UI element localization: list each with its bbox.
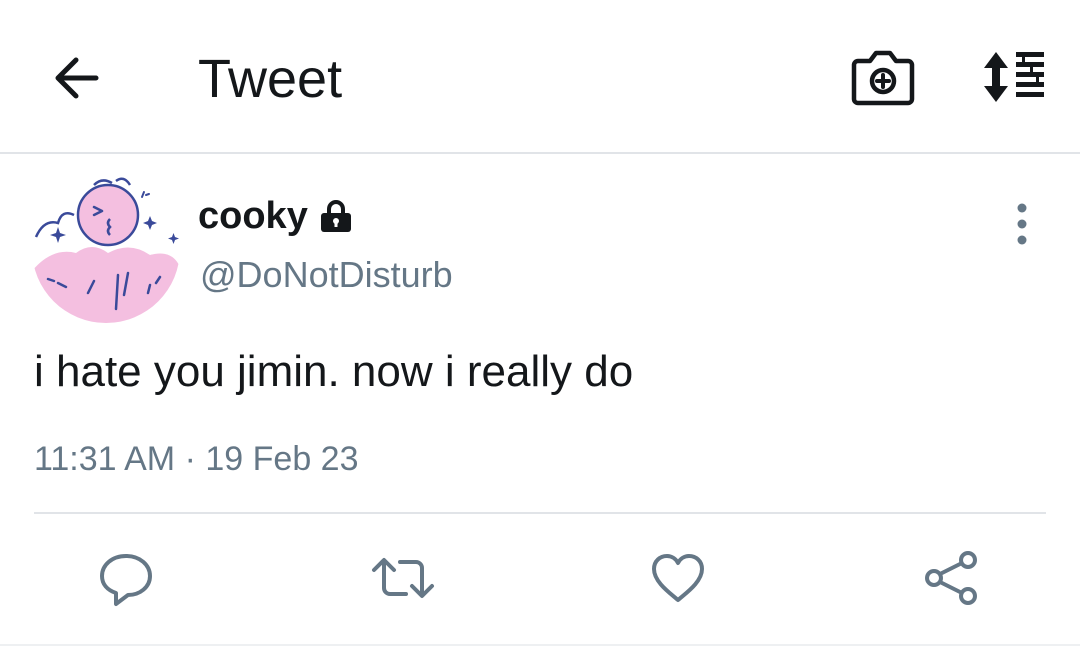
arrow-left-icon xyxy=(55,57,99,99)
like-button[interactable] xyxy=(648,548,708,608)
share-button[interactable] xyxy=(922,548,982,608)
camera-plus-icon xyxy=(851,50,915,106)
reply-button[interactable] xyxy=(96,548,156,608)
lock-icon xyxy=(318,198,354,234)
top-app-bar: Tweet xyxy=(0,0,1080,154)
author-handle[interactable]: @DoNotDisturb xyxy=(200,252,453,298)
retweet-button[interactable] xyxy=(370,548,434,608)
tweet-timestamp: 11:31 AM · 19 Feb 23 xyxy=(34,438,359,480)
bottom-divider xyxy=(0,644,1080,646)
tweet-time: 11:31 AM xyxy=(34,440,176,478)
comment-icon xyxy=(100,554,152,606)
retweet-icon xyxy=(372,558,434,598)
divider xyxy=(34,512,1046,514)
share-icon xyxy=(925,551,977,605)
display-name: cooky xyxy=(198,195,308,237)
tweet-text: i hate you jimin. now i really do xyxy=(34,347,634,396)
back-button[interactable] xyxy=(48,50,104,106)
author-name-row[interactable]: cooky xyxy=(198,192,354,240)
sort-button[interactable] xyxy=(976,48,1052,106)
more-vertical-icon xyxy=(1017,203,1027,245)
tweet-action-bar xyxy=(0,548,1080,608)
avatar[interactable] xyxy=(32,175,180,323)
heart-icon xyxy=(652,554,704,602)
avatar-illustration xyxy=(32,175,180,323)
sort-list-icon xyxy=(984,52,1044,102)
add-photo-button[interactable] xyxy=(850,45,916,107)
tweet-detail-screen: Tweet cooky @DoNotDisturb i hate you jim… xyxy=(0,0,1080,656)
meta-separator: · xyxy=(184,440,196,478)
tweet-date: 19 Feb 23 xyxy=(205,440,359,478)
page-title: Tweet xyxy=(198,49,343,109)
more-options-button[interactable] xyxy=(1002,200,1042,248)
